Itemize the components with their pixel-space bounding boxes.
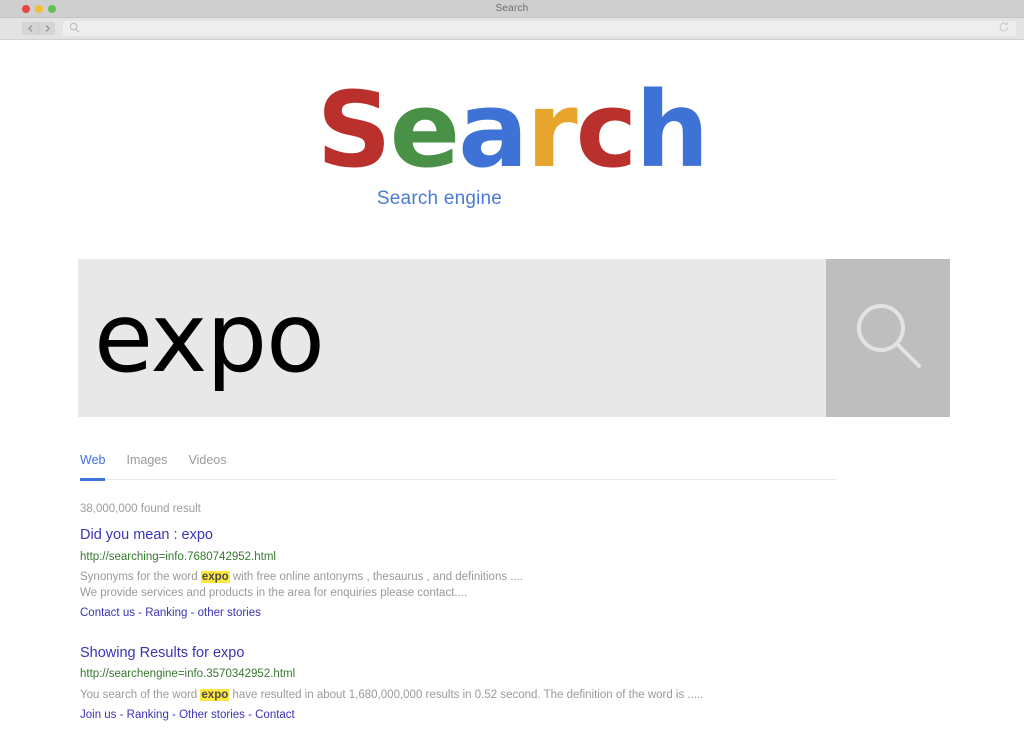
snippet-line-2: We provide services and products in the … [80,587,468,600]
result-sitelinks[interactable]: Contact us - Ranking - other stories [80,605,880,622]
logo-letter-c: c [575,69,638,191]
forward-button[interactable] [38,22,55,35]
result-title[interactable]: Did you mean : expo [80,526,880,546]
snippet-highlight: expo [200,570,230,583]
search-icon [69,20,80,38]
snippet-text-before: You search of the word [80,688,201,701]
window-title: Search [495,3,529,14]
navigation-buttons [22,22,55,35]
search-results-list: Did you mean : expo http://searching=inf… [80,526,880,745]
search-box: expo [78,259,950,417]
tab-list: Web Images Videos [80,454,836,480]
logo-letter-h: h [635,69,709,191]
search-result-item: Showing Results for expo http://searchen… [80,644,880,724]
logo-letter-e: e [389,69,461,191]
result-tabs: Web Images Videos [80,454,836,480]
site-logo: Search Search engine [0,40,1024,210]
close-window-button[interactable] [22,4,30,13]
browser-window: Search Search Search engine expo Web Ima… [0,0,1024,721]
snippet-text-after: with free online antonyms , thesaurus , … [229,570,524,583]
address-bar[interactable] [63,21,1016,36]
tab-images[interactable]: Images [126,454,167,469]
page-content: Search Search engine expo Web Images Vid… [0,40,1024,721]
logo-letter-s: S [316,69,392,191]
result-url[interactable]: http://searching=info.7680742952.html [80,549,880,566]
logo-tagline: Search engine [376,188,503,209]
result-count: 38,000,000 found result [80,503,201,515]
back-button[interactable] [22,22,38,35]
logo-letter-a: a [458,69,528,191]
tab-web[interactable]: Web [80,454,106,480]
minimize-window-button[interactable] [35,4,43,13]
result-title[interactable]: Showing Results for expo [80,644,880,664]
maximize-window-button[interactable] [48,4,56,13]
chevron-left-icon [27,25,32,32]
result-sitelinks[interactable]: Join us - Ranking - Other stories - Cont… [80,707,880,724]
tab-videos[interactable]: Videos [188,454,226,469]
result-snippet: You search of the word expo have resulte… [80,687,880,703]
search-submit-button[interactable] [826,259,950,417]
search-result-item: Did you mean : expo http://searching=inf… [80,526,880,623]
search-icon [849,297,927,380]
snippet-highlight: expo [200,688,230,701]
logo-wordmark: Search [317,78,710,182]
browser-toolbar [0,18,1024,40]
window-controls [22,0,56,17]
reload-icon[interactable] [998,20,1010,38]
chevron-right-icon [45,25,50,32]
search-input[interactable]: expo [78,259,826,417]
snippet-text-before: Synonyms for the word [80,570,201,583]
logo-letter-r: r [526,69,577,191]
snippet-text-after: have resulted in about 1,680,000,000 res… [229,688,704,701]
result-snippet: Synonyms for the word expo with free onl… [80,569,880,602]
window-titlebar: Search [0,0,1024,18]
